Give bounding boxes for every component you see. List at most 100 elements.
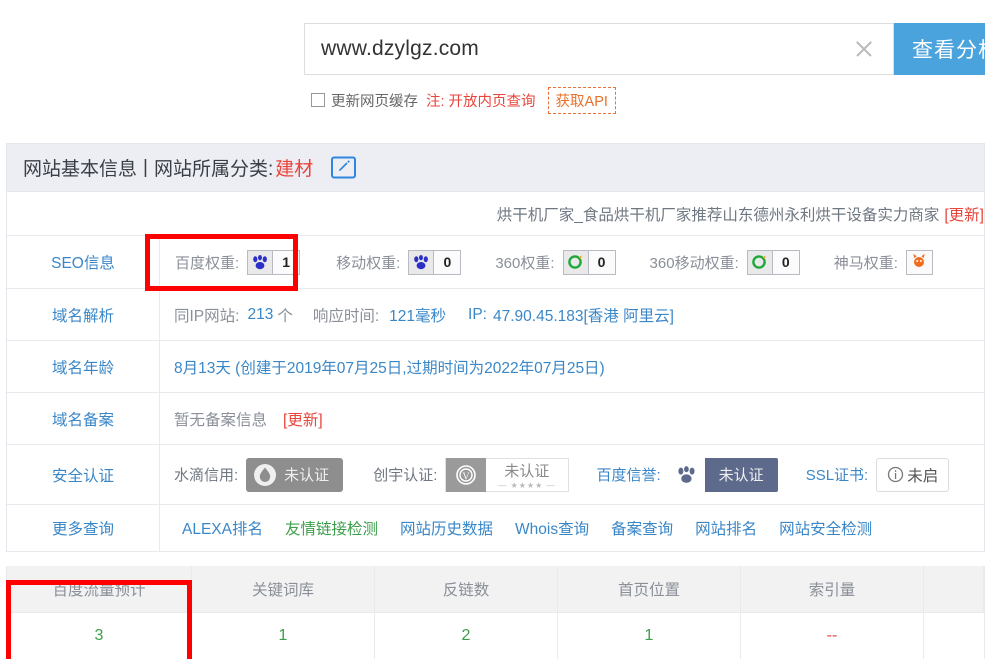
mobile-weight-value: 0 [434, 250, 461, 274]
baidu-weight-badge[interactable]: 1 [247, 249, 301, 275]
so360-weight-label: 360权重: [495, 254, 555, 272]
link-alexa-rank[interactable]: ALEXA排名 [182, 517, 263, 539]
svg-text:V: V [463, 471, 471, 482]
stats-header-keyword-count: 关键词库 [192, 566, 375, 613]
shenma-mascot-icon [911, 252, 927, 273]
baidu-credit-label: 百度信誉: [596, 467, 661, 484]
ssl-cert-status: 未启 [907, 467, 939, 485]
baidu-weight-label: 百度权重: [175, 254, 240, 272]
baidu-credit-item: 百度信誉: 未认证 [596, 457, 778, 492]
ssl-cert-item: SSL证书: 未启 [805, 457, 950, 492]
chuangyu-cert-badge[interactable]: V 未认证 — ★★★★ — [445, 457, 569, 492]
site-title-text: 烘干机厂家_食品烘干机厂家推荐山东德州永利烘干设备实力商家 [496, 206, 940, 224]
icp-row-label: 域名备案 [7, 393, 160, 444]
page-title: 网站基本信息 [23, 159, 138, 180]
card-header: 网站基本信息 | 网站所属分类: 建材 [7, 144, 984, 192]
page-root: www.dzylgz.com 查看分析 更新网页缓存 注: 开放内页查询 获取A… [0, 0, 985, 659]
baidu-credit-status: 未认证 [718, 467, 764, 484]
ip-value: 47.90.45.183[香港 阿里云] [492, 307, 674, 325]
category-label: 网站所属分类: [153, 159, 274, 180]
domain-age-row: 域名年龄 8月13天 (创建于2019年07月25日,过期时间为2022年07月… [7, 341, 984, 393]
so360-mobile-weight-badge[interactable]: 0 [746, 249, 800, 275]
stats-table: 百度流量预计 关键词库 反链数 首页位置 索引量 3 1 2 1 -- [6, 566, 985, 659]
stats-header-baidu-traffic: 百度流量预计 [7, 566, 192, 613]
chuangyu-cert-status: 未认证 [504, 462, 550, 480]
stats-value-empty [924, 613, 984, 659]
same-ip-value: 213 [247, 305, 274, 323]
link-friend-link-check[interactable]: 友情链接检测 [285, 517, 378, 539]
baidu-paw-icon [668, 457, 705, 492]
shuidi-credit-badge[interactable]: 未认证 [246, 457, 344, 492]
more-query-row: 更多查询 ALEXA排名 友情链接检测 网站历史数据 Whois查询 备案查询 … [7, 505, 984, 552]
mobile-weight-badge[interactable]: 0 [408, 249, 462, 275]
water-drop-icon [246, 463, 284, 487]
verified-v-icon: V [446, 457, 487, 492]
same-ip-unit: 个 [277, 307, 293, 325]
stats-value-homepage-position: 1 [558, 613, 741, 659]
seo-row-label: SEO信息 [7, 236, 160, 288]
refresh-cache-label: 更新网页缓存 [331, 93, 418, 110]
site-title-update-link[interactable]: [更新] [944, 203, 984, 225]
so360-mobile-weight-value: 0 [772, 250, 799, 274]
category-value: 建材 [275, 159, 314, 180]
link-site-security-check[interactable]: 网站安全检测 [779, 517, 872, 539]
so360-circle-icon [747, 250, 773, 274]
shenma-weight-badge[interactable] [905, 249, 933, 275]
link-icp-query[interactable]: 备案查询 [611, 517, 673, 539]
link-site-history[interactable]: 网站历史数据 [400, 517, 493, 539]
shuidi-credit-item: 水滴信用: 未认证 [174, 457, 344, 492]
mobile-weight-label: 移动权重: [336, 254, 401, 272]
domain-age-value: 8月13天 (创建于2019年07月25日,过期时间为2022年07月25日) [174, 359, 605, 377]
domain-age-row-label: 域名年龄 [7, 341, 160, 392]
shenma-weight-label: 神马权重: [833, 254, 898, 272]
stats-header-empty [924, 566, 984, 613]
search-bar: www.dzylgz.com 查看分析 [304, 23, 985, 75]
refresh-cache-checkbox[interactable] [311, 93, 325, 107]
security-row-label: 安全认证 [7, 445, 160, 504]
site-title-row: 烘干机厂家_食品烘干机厂家推荐山东德州永利烘干设备实力商家 [更新] [7, 192, 984, 236]
info-circle-icon [887, 466, 904, 483]
so360-weight-item: 360权重: 0 [495, 249, 616, 275]
analyze-button[interactable]: 查看分析 [894, 23, 985, 75]
ssl-cert-badge[interactable]: 未启 [876, 457, 950, 492]
baidu-weight-value: 1 [273, 250, 300, 274]
baidu-weight-item: 百度权重: 1 [175, 249, 301, 275]
close-icon[interactable] [853, 38, 875, 60]
stats-header-index-count: 索引量 [741, 566, 924, 613]
link-site-rank[interactable]: 网站排名 [695, 517, 757, 539]
ssl-cert-label: SSL证书: [805, 467, 869, 484]
so360-mobile-weight-label: 360移动权重: [649, 254, 739, 272]
security-row: 安全认证 水滴信用: 未认证 创宇认证: V 未认证 — ★★★★ — 百度信誉… [7, 445, 984, 505]
icp-update-link[interactable]: [更新] [283, 408, 323, 430]
stats-value-backlinks: 2 [375, 613, 558, 659]
options-row: 更新网页缓存 注: 开放内页查询 获取API [311, 86, 616, 114]
dns-row: 域名解析 同IP网站: 213 个 响应时间: 121毫秒 IP: 47.90.… [7, 289, 984, 341]
stats-value-baidu-traffic: 3 [7, 613, 192, 659]
chuangyu-cert-item: 创宇认证: V 未认证 — ★★★★ — [373, 457, 569, 492]
so360-weight-value: 0 [588, 250, 615, 274]
icp-row: 域名备案 暂无备案信息 [更新] [7, 393, 984, 445]
more-query-row-label: 更多查询 [7, 505, 160, 551]
stats-header-backlinks: 反链数 [375, 566, 558, 613]
shuidi-credit-label: 水滴信用: [174, 467, 239, 484]
mobile-weight-item: 移动权重: 0 [336, 249, 462, 275]
header-separator: | [143, 156, 148, 178]
so360-circle-icon [563, 250, 589, 274]
so360-weight-badge[interactable]: 0 [562, 249, 616, 275]
domain-search-box[interactable]: www.dzylgz.com [304, 23, 894, 75]
get-api-button[interactable]: 获取API [547, 86, 616, 114]
chuangyu-cert-stars: — ★★★★ — [498, 480, 556, 490]
inner-page-query-link[interactable]: 开放内页查询 [449, 90, 536, 111]
stats-header-homepage-position: 首页位置 [558, 566, 741, 613]
stats-value-index-count: -- [741, 613, 924, 659]
baidu-credit-badge[interactable]: 未认证 [668, 457, 778, 492]
note-prefix: 注: [426, 93, 445, 110]
response-time-label: 响应时间: [312, 307, 380, 325]
site-info-card: 网站基本信息 | 网站所属分类: 建材 烘干机厂家_食品烘干机厂家推荐山东德州永… [6, 143, 985, 552]
ip-label: IP: [468, 305, 487, 323]
link-whois[interactable]: Whois查询 [515, 517, 589, 539]
edit-pencil-icon[interactable] [331, 156, 357, 179]
baidu-paw-icon [409, 250, 435, 274]
so360-mobile-weight-item: 360移动权重: 0 [649, 249, 800, 275]
search-input[interactable]: www.dzylgz.com [321, 37, 853, 61]
